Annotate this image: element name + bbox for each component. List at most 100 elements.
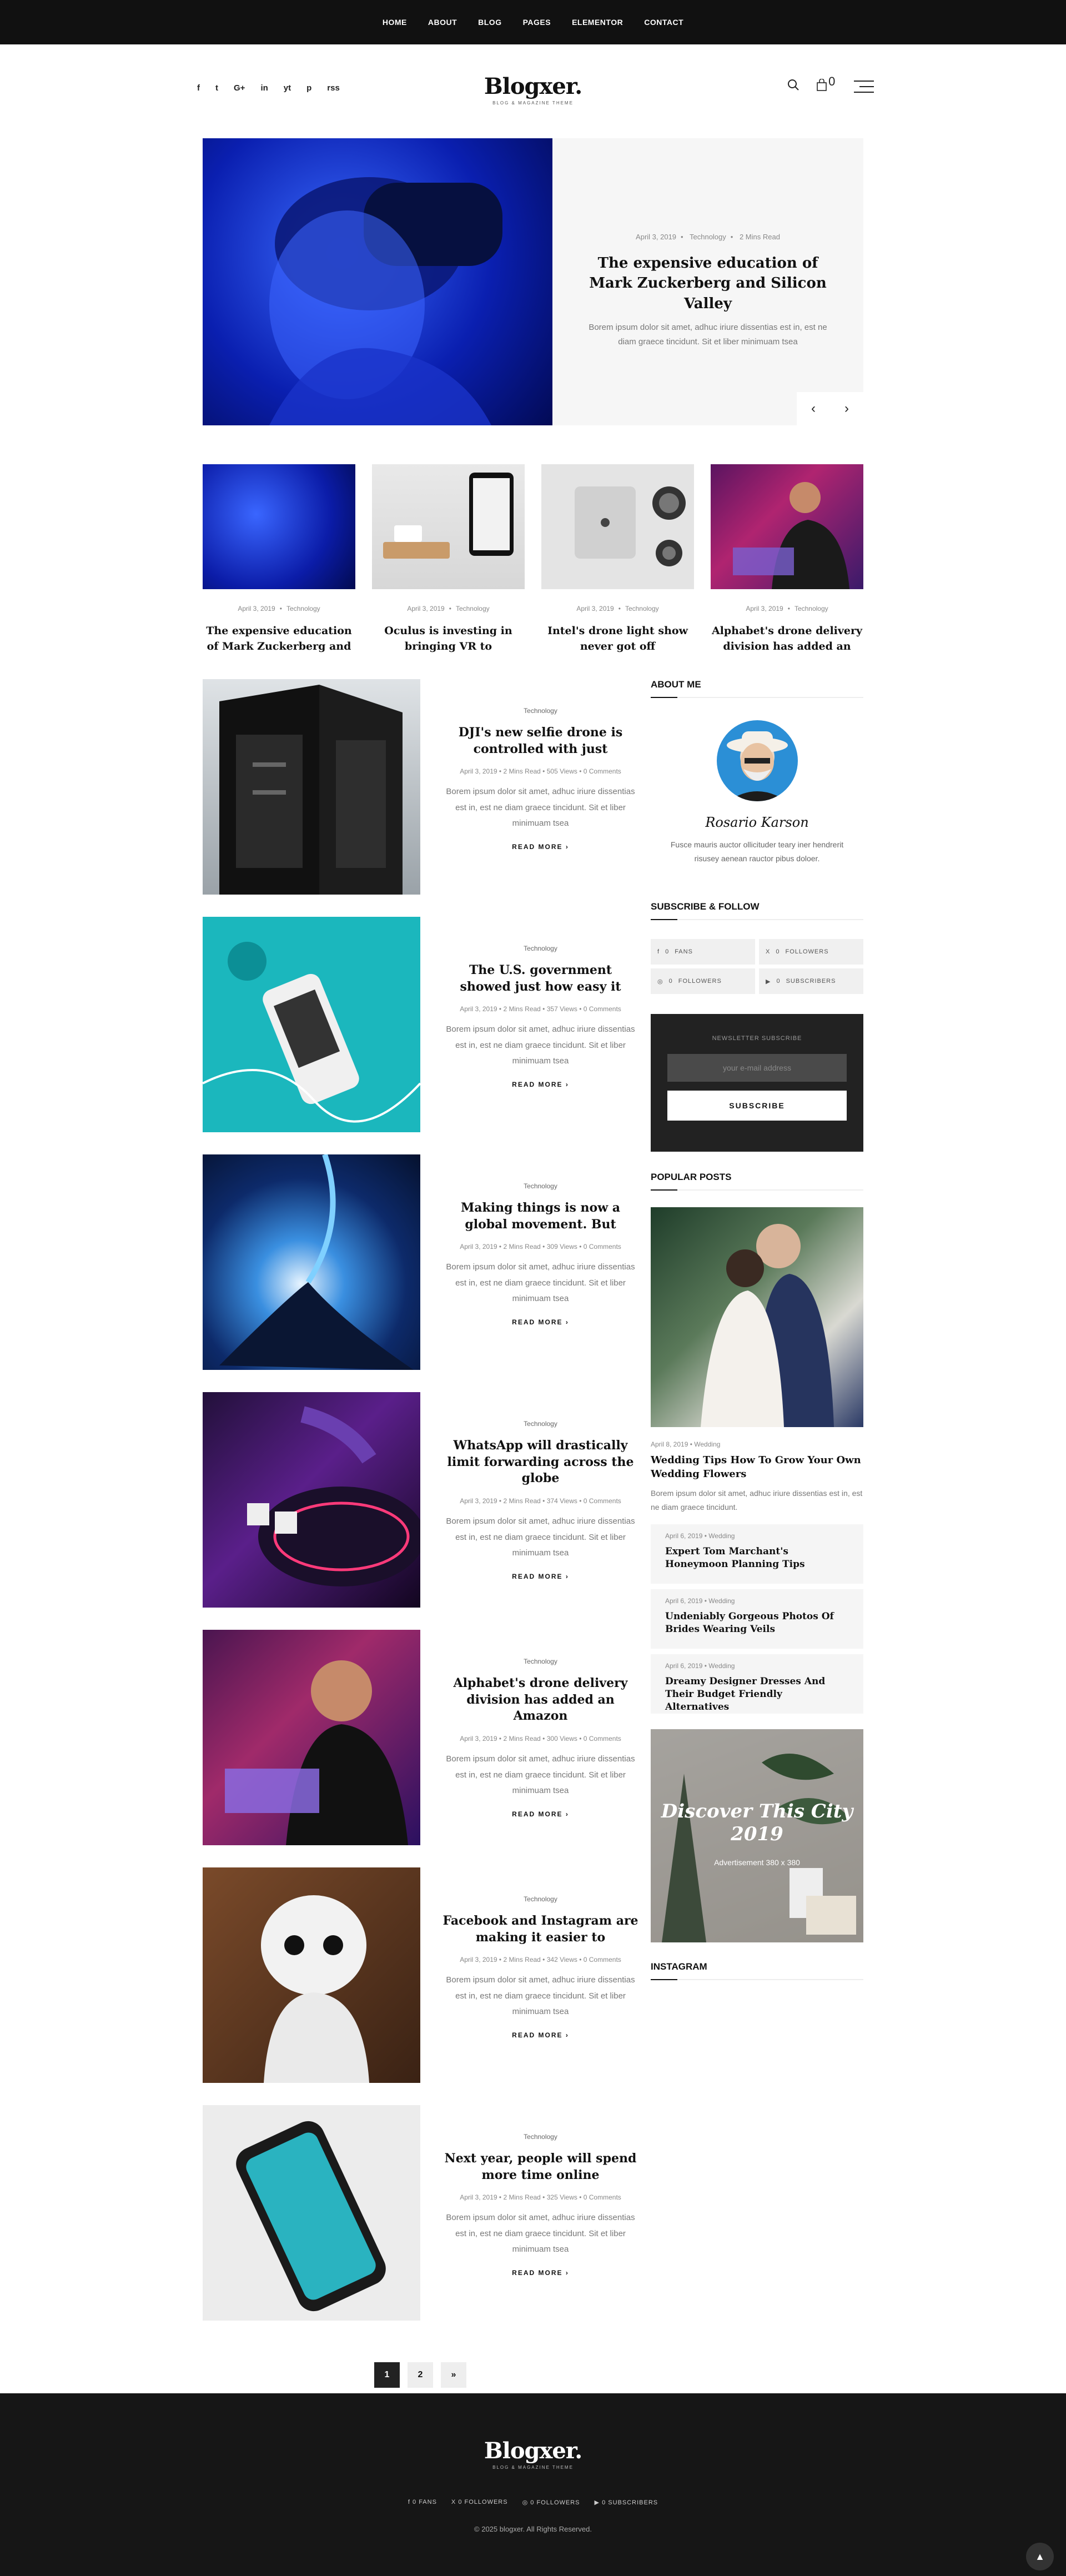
popular-category[interactable]: Wedding xyxy=(708,1597,735,1605)
footer-logo[interactable]: Blogxer. xyxy=(0,2438,1066,2464)
hero-image[interactable] xyxy=(203,138,552,425)
popular-main-image[interactable] xyxy=(651,1207,863,1428)
linkedin-icon[interactable]: in xyxy=(260,83,268,93)
cart-icon[interactable]: 0 xyxy=(816,74,837,94)
post-title[interactable]: DJI's new selfie drone is controlled wit… xyxy=(443,725,638,757)
post-comments[interactable]: 0 Comments xyxy=(584,1497,621,1505)
nav-contact[interactable]: CONTACT xyxy=(644,18,683,27)
read-more-link[interactable]: READ MORE › xyxy=(443,2269,638,2277)
prev-arrow-icon[interactable]: ‹ xyxy=(797,392,830,425)
post-image[interactable] xyxy=(203,1154,420,1370)
nav-about[interactable]: ABOUT xyxy=(428,18,457,27)
post-title[interactable]: Next year, people will spend more time o… xyxy=(443,2151,638,2183)
card-title[interactable]: Alphabet's drone delivery division has a… xyxy=(711,624,863,655)
post-image[interactable] xyxy=(203,679,420,895)
post-title[interactable]: WhatsApp will drastically limit forwardi… xyxy=(443,1438,638,1487)
facebook-icon[interactable]: f xyxy=(197,83,200,93)
popular-item[interactable]: April 6, 2019 • Wedding Dreamy Designer … xyxy=(651,1654,863,1714)
card-image[interactable] xyxy=(372,464,525,589)
card-category[interactable]: Technology xyxy=(625,605,659,612)
popular-item[interactable]: April 6, 2019 • Wedding Expert Tom March… xyxy=(651,1524,863,1584)
post-image[interactable] xyxy=(203,1392,420,1608)
x-followers[interactable]: X 0 FOLLOWERS xyxy=(759,939,863,965)
popular-item-title[interactable]: Undeniably Gorgeous Photos Of Brides Wea… xyxy=(665,1610,849,1636)
card-category[interactable]: Technology xyxy=(795,605,828,612)
read-more-link[interactable]: READ MORE › xyxy=(443,843,638,851)
nav-pages[interactable]: PAGES xyxy=(523,18,551,27)
hero-category[interactable]: Technology xyxy=(690,233,726,241)
read-more-link[interactable]: READ MORE › xyxy=(443,1573,638,1580)
nav-home[interactable]: HOME xyxy=(383,18,407,27)
read-more-link[interactable]: READ MORE › xyxy=(443,2031,638,2039)
popular-main-title[interactable]: Wedding Tips How To Grow Your Own Weddin… xyxy=(651,1454,863,1481)
post-category[interactable]: Technology xyxy=(443,1182,638,1190)
nav-elementor[interactable]: ELEMENTOR xyxy=(572,18,623,27)
read-more-link[interactable]: READ MORE › xyxy=(443,1318,638,1326)
card-category[interactable]: Technology xyxy=(286,605,320,612)
advertisement-banner[interactable]: Discover This City 2019 Advertisement 38… xyxy=(651,1729,863,1943)
post-category[interactable]: Technology xyxy=(443,1420,638,1428)
read-more-link[interactable]: READ MORE › xyxy=(443,1810,638,1818)
post-comments[interactable]: 0 Comments xyxy=(584,1735,621,1743)
popular-category[interactable]: Wedding xyxy=(708,1662,735,1670)
subscribe-button[interactable]: SUBSCRIBE xyxy=(667,1091,847,1121)
post-comments[interactable]: 0 Comments xyxy=(584,1956,621,1964)
nav-blog[interactable]: BLOG xyxy=(478,18,501,27)
card-title[interactable]: Oculus is investing in bringing VR to xyxy=(372,624,525,655)
next-arrow-icon[interactable]: › xyxy=(830,392,863,425)
card-title[interactable]: The expensive education of Mark Zuckerbe… xyxy=(203,624,355,655)
footer-youtube[interactable]: ▶ 0 SUBSCRIBERS xyxy=(595,2499,658,2506)
facebook-fans[interactable]: f 0 FANS xyxy=(651,939,755,965)
popular-item-title[interactable]: Expert Tom Marchant's Honeymoon Planning… xyxy=(665,1545,849,1571)
menu-icon[interactable] xyxy=(854,81,874,93)
post-comments[interactable]: 0 Comments xyxy=(584,1243,621,1251)
post-image[interactable] xyxy=(203,1630,420,1845)
post-image[interactable] xyxy=(203,917,420,1132)
post-image[interactable] xyxy=(203,2105,420,2321)
featured-card[interactable]: April 3, 2019 • Technology Alphabet's dron… xyxy=(711,464,863,655)
post-title[interactable]: Alphabet's drone delivery division has a… xyxy=(443,1675,638,1725)
youtube-subscribers[interactable]: ▶ 0 SUBSCRIBERS xyxy=(759,968,863,995)
popular-item-title[interactable]: Dreamy Designer Dresses And Their Budget… xyxy=(665,1675,849,1714)
featured-card[interactable]: April 3, 2019 • Technology The expensive e… xyxy=(203,464,355,655)
post-comments[interactable]: 0 Comments xyxy=(584,1005,621,1013)
next-page-button[interactable]: » xyxy=(441,2362,466,2388)
featured-card[interactable]: April 3, 2019 • Technology Oculus is inves… xyxy=(372,464,525,655)
hero-title[interactable]: The expensive education of Mark Zuckerbe… xyxy=(586,253,830,314)
instagram-followers[interactable]: ◎ 0 FOLLOWERS xyxy=(651,968,755,995)
footer-x[interactable]: X 0 FOLLOWERS xyxy=(451,2499,508,2506)
google-plus-icon[interactable]: G+ xyxy=(234,83,245,93)
page-1-button[interactable]: 1 xyxy=(374,2362,400,2388)
post-title[interactable]: Facebook and Instagram are making it eas… xyxy=(443,1913,638,1946)
youtube-icon[interactable]: yt xyxy=(284,83,291,93)
footer-facebook[interactable]: f 0 FANS xyxy=(408,2499,437,2506)
card-image[interactable] xyxy=(711,464,863,589)
card-category[interactable]: Technology xyxy=(456,605,490,612)
read-more-link[interactable]: READ MORE › xyxy=(443,1081,638,1088)
rss-icon[interactable]: rss xyxy=(327,83,340,93)
post-category[interactable]: Technology xyxy=(443,2133,638,2141)
card-image[interactable] xyxy=(541,464,694,589)
site-logo[interactable]: Blogxer. BLOG & MAGAZINE THEME xyxy=(422,73,644,106)
featured-card[interactable]: April 3, 2019 • Technology Intel's drone l… xyxy=(541,464,694,655)
popular-category[interactable]: Wedding xyxy=(694,1440,720,1448)
popular-item[interactable]: April 6, 2019 • Wedding Undeniably Gorge… xyxy=(651,1589,863,1649)
page-2-button[interactable]: 2 xyxy=(408,2362,433,2388)
post-comments[interactable]: 0 Comments xyxy=(584,767,621,775)
card-image[interactable] xyxy=(203,464,355,589)
post-category[interactable]: Technology xyxy=(443,1658,638,1665)
post-image[interactable] xyxy=(203,1867,420,2083)
scroll-top-button[interactable]: ▲ xyxy=(1026,2543,1054,2570)
card-title[interactable]: Intel's drone light show never got off xyxy=(541,624,694,655)
pinterest-icon[interactable]: p xyxy=(306,83,311,93)
twitter-icon[interactable]: t xyxy=(215,83,218,93)
post-category[interactable]: Technology xyxy=(443,707,638,715)
post-comments[interactable]: 0 Comments xyxy=(584,2193,621,2201)
popular-category[interactable]: Wedding xyxy=(708,1532,735,1540)
post-title[interactable]: The U.S. government showed just how easy… xyxy=(443,962,638,995)
post-category[interactable]: Technology xyxy=(443,945,638,952)
post-category[interactable]: Technology xyxy=(443,1895,638,1903)
email-field[interactable]: your e-mail address xyxy=(667,1054,847,1082)
post-title[interactable]: Making things is now a global movement. … xyxy=(443,1200,638,1233)
footer-instagram[interactable]: ◎ 0 FOLLOWERS xyxy=(522,2499,580,2506)
